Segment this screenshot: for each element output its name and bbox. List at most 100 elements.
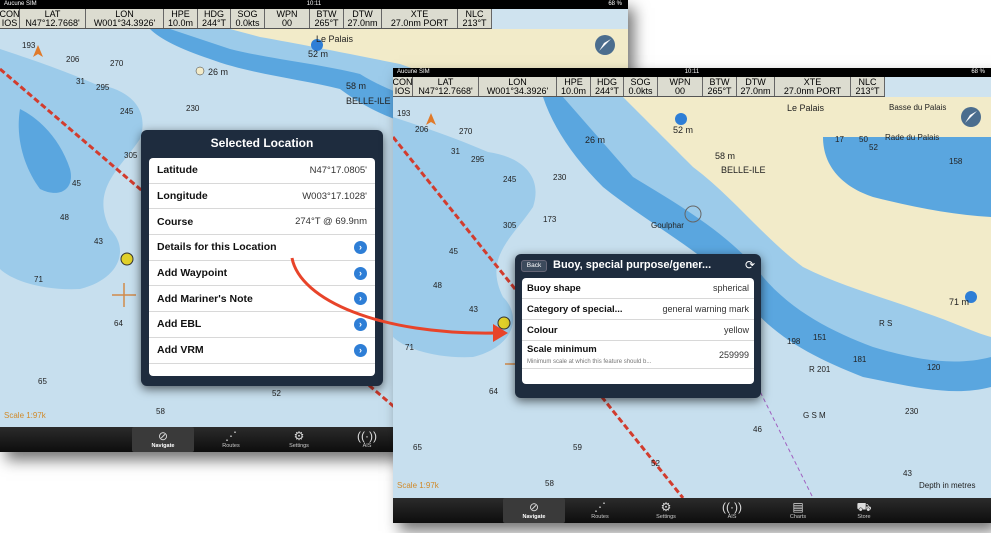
nav-cell-hpe[interactable]: HPE 10.0m — [164, 9, 198, 28]
back-button[interactable]: Back — [521, 260, 547, 272]
depth-sounding: 59 — [573, 443, 582, 452]
depth-sounding: 58 — [545, 479, 554, 488]
row-value: W003°17.1028' — [302, 190, 367, 202]
nav-value: 0.0kts — [628, 85, 653, 96]
tab-bar: ⊘ Navigate ⋰ Routes ⚙ Settings ((·)) AIS ▤ Ch… — [393, 498, 991, 523]
nav-value: 00 — [674, 85, 685, 96]
depth-sounding: 52 — [651, 459, 660, 468]
nav-value: 244°T — [201, 17, 227, 28]
nav-value: IOS — [394, 85, 411, 96]
depth-sounding: 206 — [66, 55, 80, 64]
tab-label: Navigate — [151, 443, 175, 449]
nav-cell-sog[interactable]: SOG 0.0kts — [624, 77, 658, 96]
depth-sounding: 17 — [835, 135, 844, 144]
nav-cell-nlc[interactable]: NLC 213°T — [851, 77, 885, 96]
add-ebl-button[interactable]: Add EBL › — [149, 312, 375, 338]
nav-cell-con[interactable]: CON IOS — [0, 9, 20, 28]
nav-value: W001°34.3926' — [93, 17, 156, 28]
nav-cell-hpe[interactable]: HPE 10.0m — [557, 77, 591, 96]
nav-value: 10.0m — [167, 17, 193, 28]
tab-label: Settings — [289, 443, 309, 449]
nav-cell-sog[interactable]: SOG 0.0kts — [231, 9, 265, 28]
nav-cell-dtw[interactable]: DTW 27.0nm — [344, 9, 382, 28]
depth-sounding: 65 — [38, 377, 47, 386]
tab-ais[interactable]: ((·)) AIS — [336, 427, 398, 452]
add-vrm-button[interactable]: Add VRM › — [149, 338, 375, 364]
tab-label: Navigate — [522, 514, 546, 520]
nav-cell-con[interactable]: CON IOS — [393, 77, 413, 96]
nav-value: N47°12.7668' — [418, 85, 473, 96]
tab-navigate[interactable]: ⊘ Navigate — [503, 498, 565, 523]
tab-ais[interactable]: ((·)) AIS — [701, 498, 763, 523]
depth-sounding: 50 — [859, 135, 868, 144]
battery-label: 68 % — [608, 1, 622, 7]
location-options-list: Latitude N47°17.0805' Longitude W003°17.10… — [149, 158, 375, 376]
add-mariners-note-button[interactable]: Add Mariner's Note › — [149, 286, 375, 313]
nav-cell-lon[interactable]: LON W001°34.3926' — [86, 9, 164, 28]
depth-sounding: 43 — [94, 237, 103, 246]
nav-cell-btw[interactable]: BTW 265°T — [703, 77, 737, 96]
depth-sounding: 295 — [96, 83, 110, 92]
tab-routes[interactable]: ⋰ Routes — [200, 427, 262, 452]
nav-value: 0.0kts — [235, 17, 260, 28]
chevron-right-icon: › — [354, 240, 367, 254]
place-label-basse-du-palais: Basse du Palais — [889, 103, 947, 112]
nav-cell-lat[interactable]: LAT N47°12.7668' — [413, 77, 479, 96]
buoy-details-popover: Back Buoy, special purpose/gener... ⟳ Bu… — [515, 254, 761, 398]
tab-charts[interactable]: ▤ Charts — [767, 498, 829, 523]
nav-cell-wpn[interactable]: WPN 00 — [658, 77, 703, 96]
nav-cell-lat[interactable]: LAT N47°12.7668' — [20, 9, 86, 28]
nav-cell-hdg[interactable]: HDG 244°T — [591, 77, 624, 96]
nav-cell-dtw[interactable]: DTW 27.0nm — [737, 77, 775, 96]
nav-value: 10.0m — [560, 85, 586, 96]
height-label: 58 m — [715, 151, 736, 161]
row-value: yellow — [723, 325, 749, 335]
selected-location-popover: Selected Location Latitude N47°17.0805' L… — [141, 130, 383, 386]
chevron-right-icon: › — [354, 266, 367, 280]
row-label: Category of special... — [527, 303, 623, 315]
nav-cell-btw[interactable]: BTW 265°T — [310, 9, 344, 28]
place-label-belle-ile: BELLE-ILE — [721, 165, 766, 175]
depth-sounding: 206 — [415, 125, 429, 134]
tab-settings[interactable]: ⚙ Settings — [635, 498, 697, 523]
nav-value: 27.0nm — [347, 17, 378, 28]
tab-routes[interactable]: ⋰ Routes — [569, 498, 631, 523]
depth-sounding: 48 — [433, 281, 442, 290]
nav-cell-hdg[interactable]: HDG 244°T — [198, 9, 231, 28]
depth-sounding: 151 — [813, 333, 827, 342]
antenna-icon: ((·)) — [357, 429, 377, 443]
row-label: Latitude — [157, 164, 198, 177]
tab-store[interactable]: ⛟ Store — [833, 498, 895, 523]
nav-cell-lon[interactable]: LON W001°34.3926' — [479, 77, 557, 96]
place-label-rade-du-palais: Rade du Palais — [885, 133, 940, 142]
row-label: Details for this Location — [157, 241, 277, 254]
depth-sounding: 198 — [787, 337, 801, 346]
depth-sounding: 45 — [72, 179, 81, 188]
refresh-icon[interactable]: ⟳ — [745, 258, 755, 272]
tab-settings[interactable]: ⚙ Settings — [268, 427, 330, 452]
add-waypoint-button[interactable]: Add Waypoint › — [149, 261, 375, 287]
course-row: Course 274°T @ 69.9nm — [149, 209, 375, 236]
nav-cell-wpn[interactable]: WPN 00 — [265, 9, 310, 28]
nav-cell-xte[interactable]: XTE 27.0nm PORT — [775, 77, 851, 96]
row-value: 259999 — [718, 349, 749, 360]
depth-sounding: 245 — [120, 107, 134, 116]
nav-cell-nlc[interactable]: NLC 213°T — [458, 9, 492, 28]
height-label: 26 m — [585, 135, 606, 145]
chevron-right-icon: › — [354, 317, 367, 331]
row-label: Colour — [527, 324, 558, 336]
tab-navigate[interactable]: ⊘ Navigate — [132, 427, 194, 452]
height-label: 26 m — [208, 67, 229, 77]
row-label: Scale minimum — [527, 343, 597, 355]
details-location-button[interactable]: Details for this Location › — [149, 235, 375, 261]
tab-label: Charts — [789, 514, 807, 520]
nav-cell-xte[interactable]: XTE 27.0nm PORT — [382, 9, 458, 28]
depth-sounding: 43 — [903, 469, 912, 478]
nav-value: 213°T — [855, 85, 880, 96]
status-bar: Aucune SIM 10:11 68 % — [0, 0, 628, 9]
nav-value: 213°T — [462, 17, 487, 28]
depth-sounding: 120 — [927, 363, 941, 372]
nav-value: 265°T — [314, 17, 339, 28]
depth-sounding: 45 — [449, 247, 458, 256]
depth-sounding: 245 — [503, 175, 517, 184]
